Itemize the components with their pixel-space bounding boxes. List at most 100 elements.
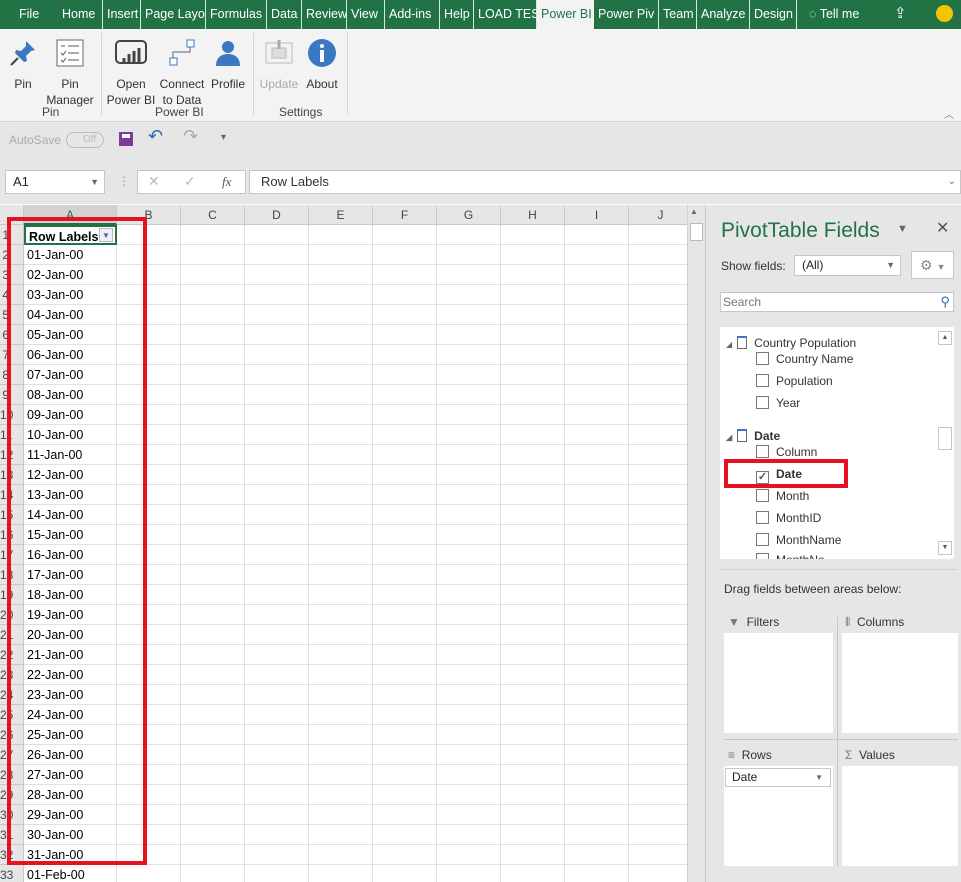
tab-file[interactable]: File	[5, 0, 58, 29]
cell[interactable]	[181, 585, 245, 605]
cell[interactable]	[565, 545, 629, 565]
cell[interactable]	[117, 525, 181, 545]
row-header[interactable]: 17	[0, 545, 24, 565]
cell[interactable]	[565, 605, 629, 625]
cell[interactable]	[181, 405, 245, 425]
cell[interactable]	[309, 345, 373, 365]
cell-date[interactable]: 01-Feb-00	[24, 865, 117, 882]
columns-drop-area[interactable]	[842, 633, 958, 733]
cell[interactable]	[245, 365, 309, 385]
cell-date[interactable]: 11-Jan-00	[24, 445, 117, 465]
cell[interactable]	[629, 285, 693, 305]
cell[interactable]	[437, 845, 501, 865]
cell[interactable]	[437, 365, 501, 385]
pane-options-icon[interactable]: ▼	[897, 223, 908, 235]
cell[interactable]	[309, 765, 373, 785]
cell[interactable]	[117, 785, 181, 805]
cell[interactable]	[437, 805, 501, 825]
cell[interactable]	[245, 485, 309, 505]
cell-date[interactable]: 21-Jan-00	[24, 645, 117, 665]
cell[interactable]	[629, 505, 693, 525]
cell[interactable]	[629, 485, 693, 505]
cell[interactable]	[181, 225, 245, 245]
cell[interactable]	[565, 865, 629, 882]
rows-drop-area[interactable]: Date ▼	[724, 766, 833, 866]
cell[interactable]	[565, 725, 629, 745]
cell[interactable]	[117, 345, 181, 365]
cell[interactable]	[501, 305, 565, 325]
cell[interactable]	[629, 585, 693, 605]
cell[interactable]	[373, 765, 437, 785]
cell-date[interactable]: 30-Jan-00	[24, 825, 117, 845]
row-header[interactable]: 4	[0, 285, 24, 305]
cell[interactable]	[501, 705, 565, 725]
cell[interactable]	[245, 465, 309, 485]
cell-date[interactable]: 09-Jan-00	[24, 405, 117, 425]
cell[interactable]	[501, 725, 565, 745]
cell[interactable]	[181, 545, 245, 565]
cell[interactable]	[501, 565, 565, 585]
cell[interactable]	[565, 845, 629, 865]
cell[interactable]	[117, 605, 181, 625]
cell[interactable]	[181, 865, 245, 882]
cell[interactable]	[629, 725, 693, 745]
cell[interactable]	[309, 805, 373, 825]
cell[interactable]	[117, 245, 181, 265]
cell[interactable]	[565, 785, 629, 805]
cell[interactable]	[117, 445, 181, 465]
row-header[interactable]: 26	[0, 725, 24, 745]
cell[interactable]	[629, 445, 693, 465]
cell[interactable]	[245, 785, 309, 805]
cell[interactable]	[437, 785, 501, 805]
cell[interactable]	[181, 325, 245, 345]
cell[interactable]	[501, 605, 565, 625]
select-all-corner[interactable]	[0, 205, 24, 225]
cell[interactable]	[565, 685, 629, 705]
cell[interactable]	[565, 445, 629, 465]
share-icon[interactable]: ⇪	[890, 0, 911, 29]
cell[interactable]	[181, 305, 245, 325]
cell[interactable]	[309, 565, 373, 585]
cell[interactable]	[181, 785, 245, 805]
cell[interactable]	[181, 385, 245, 405]
cell[interactable]	[245, 765, 309, 785]
cell[interactable]	[181, 345, 245, 365]
cell[interactable]	[437, 545, 501, 565]
cell-date[interactable]: 28-Jan-00	[24, 785, 117, 805]
about-button[interactable]: About	[302, 35, 342, 92]
row-header[interactable]: 7	[0, 345, 24, 365]
cell[interactable]	[437, 825, 501, 845]
cell[interactable]	[437, 665, 501, 685]
cell[interactable]	[437, 285, 501, 305]
cell[interactable]	[501, 505, 565, 525]
cell[interactable]	[245, 565, 309, 585]
cell[interactable]	[629, 865, 693, 882]
cell[interactable]	[437, 725, 501, 745]
row-header[interactable]: 11	[0, 425, 24, 445]
cell[interactable]	[629, 405, 693, 425]
cell[interactable]	[373, 805, 437, 825]
cell[interactable]	[501, 385, 565, 405]
cell[interactable]	[501, 345, 565, 365]
tab-page-layo[interactable]: Page Layo	[141, 0, 206, 29]
row-header[interactable]: 13	[0, 465, 24, 485]
cell[interactable]	[373, 625, 437, 645]
row-header[interactable]: 6	[0, 325, 24, 345]
cell[interactable]	[501, 425, 565, 445]
cell[interactable]	[309, 685, 373, 705]
field-checkbox[interactable]: MonthID	[756, 509, 821, 527]
insert-function-icon[interactable]: fx	[222, 174, 231, 190]
cell[interactable]	[437, 485, 501, 505]
pin-button[interactable]: Pin	[5, 35, 41, 92]
cell[interactable]	[245, 405, 309, 425]
cell[interactable]	[181, 565, 245, 585]
cell[interactable]	[117, 485, 181, 505]
cell[interactable]	[245, 745, 309, 765]
column-header-J[interactable]: J	[629, 205, 693, 225]
row-header[interactable]: 8	[0, 365, 24, 385]
cell[interactable]	[117, 865, 181, 882]
cell[interactable]	[565, 325, 629, 345]
cell-date[interactable]: 17-Jan-00	[24, 565, 117, 585]
column-header-G[interactable]: G	[437, 205, 501, 225]
cell[interactable]	[309, 525, 373, 545]
